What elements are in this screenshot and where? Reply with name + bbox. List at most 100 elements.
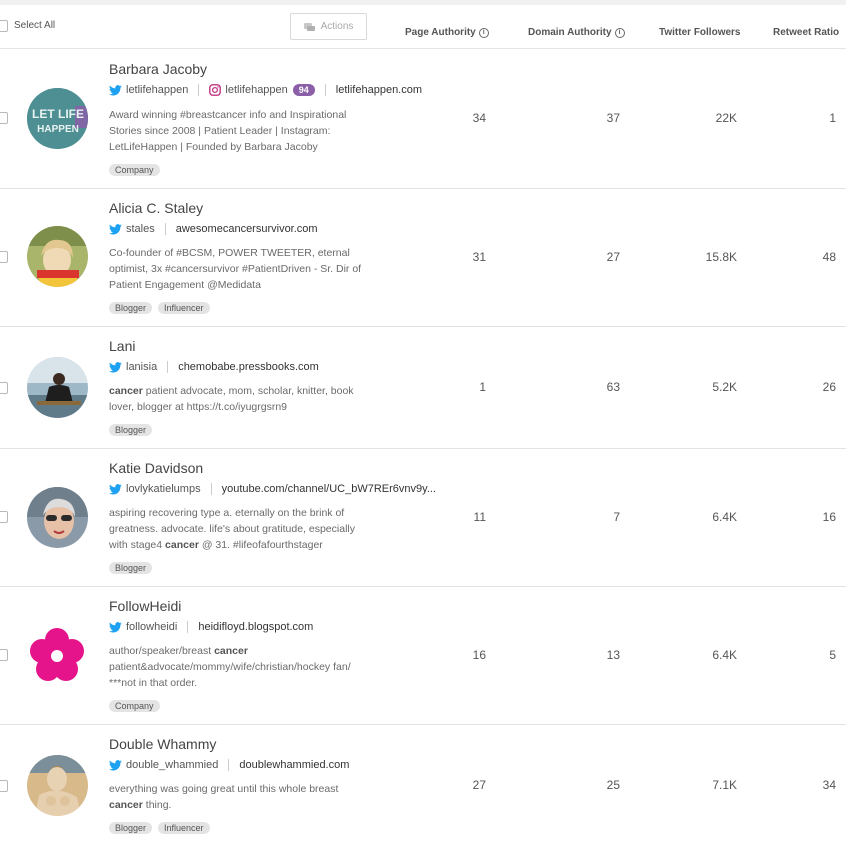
website-link[interactable]: heidifloyd.blogspot.com: [198, 621, 313, 633]
twitter-icon: [109, 85, 122, 96]
tag[interactable]: Influencer: [158, 822, 210, 834]
column-header-retweet-ratio[interactable]: Retweet Ratio: [773, 27, 839, 38]
page-authority-value: 31: [472, 250, 486, 264]
svg-text:LET LIFE: LET LIFE: [32, 107, 84, 121]
table-row[interactable]: Katie Davidson lovlykatielumps youtube.c…: [0, 449, 846, 587]
website-link[interactable]: awesomecancersurvivor.com: [176, 223, 318, 235]
divider: [187, 621, 189, 633]
domain-authority-value: 7: [613, 510, 620, 524]
bio: Co-founder of #BCSM, POWER TWEETER, eter…: [109, 247, 362, 291]
twitter-followers-value: 5.2K: [712, 380, 737, 394]
domain-authority-value: 25: [606, 778, 620, 792]
twitter-handle[interactable]: lovlykatielumps: [126, 483, 201, 495]
twitter-followers-value: 7.1K: [712, 778, 737, 792]
twitter-handle[interactable]: double_whammied: [126, 759, 218, 771]
avatar[interactable]: LET LIFE HAPPEN: [27, 88, 88, 149]
tag[interactable]: Influencer: [158, 302, 210, 314]
tag-list: Blogger: [109, 424, 153, 436]
twitter-handle[interactable]: lanisia: [126, 361, 157, 373]
twitter-handle[interactable]: letlifehappen: [126, 84, 188, 96]
column-header-twitter-followers[interactable]: Twitter Followers: [659, 27, 741, 38]
twitter-followers-label: Twitter Followers: [659, 27, 741, 38]
divider: [228, 759, 230, 771]
tag-list: Blogger: [109, 562, 153, 574]
table-row[interactable]: FollowHeidi followheidi heidifloyd.blogs…: [0, 587, 846, 725]
website-link[interactable]: youtube.com/channel/UC_bW7REr6vnv9y...: [222, 483, 436, 495]
row-checkbox[interactable]: [0, 649, 8, 661]
tag-list: Blogger Influencer: [109, 822, 210, 834]
tag[interactable]: Blogger: [109, 562, 153, 574]
table-header: Select All Actions Page Authority i Doma…: [0, 5, 846, 49]
divider: [324, 84, 326, 96]
influencer-name[interactable]: Alicia C. Staley: [109, 200, 203, 216]
table-row[interactable]: Double Whammy double_whammied doublewham…: [0, 725, 846, 846]
instagram-handle[interactable]: letlifehappen: [225, 84, 287, 96]
actions-icon: [303, 22, 315, 31]
avatar[interactable]: [27, 226, 88, 287]
avatar[interactable]: [27, 487, 88, 548]
tag[interactable]: Company: [109, 700, 160, 712]
table-row[interactable]: Alicia C. Staley stales awesomecancersur…: [0, 189, 846, 327]
bio: everything was going great until this wh…: [109, 783, 339, 811]
twitter-followers-value: 6.4K: [712, 648, 737, 662]
tag-list: Blogger Influencer: [109, 302, 210, 314]
page-authority-value: 16: [472, 648, 486, 662]
page-authority-value: 34: [472, 111, 486, 125]
instagram-score-badge: 94: [292, 84, 315, 96]
influencer-name[interactable]: Barbara Jacoby: [109, 61, 207, 77]
influencer-name[interactable]: Lani: [109, 338, 135, 354]
select-all-label[interactable]: Select All: [14, 20, 55, 31]
twitter-followers-value: 22K: [715, 111, 737, 125]
table-row[interactable]: LET LIFE HAPPEN Barbara Jacoby letlifeha…: [0, 49, 846, 189]
profile-links: lanisia chemobabe.pressbooks.com: [109, 361, 319, 373]
row-checkbox[interactable]: [0, 251, 8, 263]
divider: [198, 84, 200, 96]
retweet-ratio-label: Retweet Ratio: [773, 27, 840, 38]
tag-list: Company: [109, 164, 160, 176]
avatar[interactable]: [27, 625, 88, 686]
retweet-ratio-value: 34: [822, 778, 836, 792]
domain-authority-value: 63: [606, 380, 620, 394]
row-checkbox[interactable]: [0, 112, 8, 124]
actions-button[interactable]: Actions: [290, 13, 367, 40]
retweet-ratio-value: 5: [829, 648, 836, 662]
bio: aspiring recovering type a. eternally on…: [109, 507, 355, 551]
website-link[interactable]: chemobabe.pressbooks.com: [178, 361, 319, 373]
avatar[interactable]: [27, 755, 88, 816]
domain-authority-value: 27: [606, 250, 620, 264]
tag-list: Company: [109, 700, 160, 712]
divider: [164, 223, 166, 235]
website-link[interactable]: doublewhammied.com: [239, 759, 349, 771]
profile-links: stales awesomecancersurvivor.com: [109, 223, 318, 235]
influencer-name[interactable]: Double Whammy: [109, 736, 216, 752]
info-icon[interactable]: i: [614, 27, 625, 38]
profile-links: letlifehappen letlifehappen 94 letlifeha…: [109, 84, 422, 96]
avatar[interactable]: [27, 357, 88, 418]
tag[interactable]: Blogger: [109, 424, 153, 436]
row-checkbox[interactable]: [0, 780, 8, 792]
tag[interactable]: Company: [109, 164, 160, 176]
domain-authority-label: Domain Authority: [528, 27, 612, 38]
influencer-name[interactable]: Katie Davidson: [109, 460, 203, 476]
tag[interactable]: Blogger: [109, 302, 153, 314]
svg-text:HAPPEN: HAPPEN: [37, 124, 79, 135]
tag[interactable]: Blogger: [109, 822, 153, 834]
column-header-page-authority[interactable]: Page Authority i: [405, 27, 489, 38]
select-all-checkbox[interactable]: [0, 20, 8, 32]
influencer-name[interactable]: FollowHeidi: [109, 598, 181, 614]
page-authority-label: Page Authority: [405, 27, 476, 38]
twitter-handle[interactable]: followheidi: [126, 621, 177, 633]
table-row[interactable]: Lani lanisia chemobabe.pressbooks.com ca…: [0, 327, 846, 449]
column-header-domain-authority[interactable]: Domain Authority i: [528, 27, 625, 38]
row-checkbox[interactable]: [0, 382, 8, 394]
twitter-followers-value: 15.8K: [705, 250, 737, 264]
twitter-icon: [109, 484, 122, 495]
twitter-followers-value: 6.4K: [712, 510, 737, 524]
page-authority-value: 27: [472, 778, 486, 792]
domain-authority-value: 13: [606, 648, 620, 662]
twitter-handle[interactable]: stales: [126, 223, 155, 235]
divider: [167, 361, 169, 373]
website-link[interactable]: letlifehappen.com: [336, 84, 422, 96]
info-icon[interactable]: i: [478, 27, 489, 38]
row-checkbox[interactable]: [0, 511, 8, 523]
